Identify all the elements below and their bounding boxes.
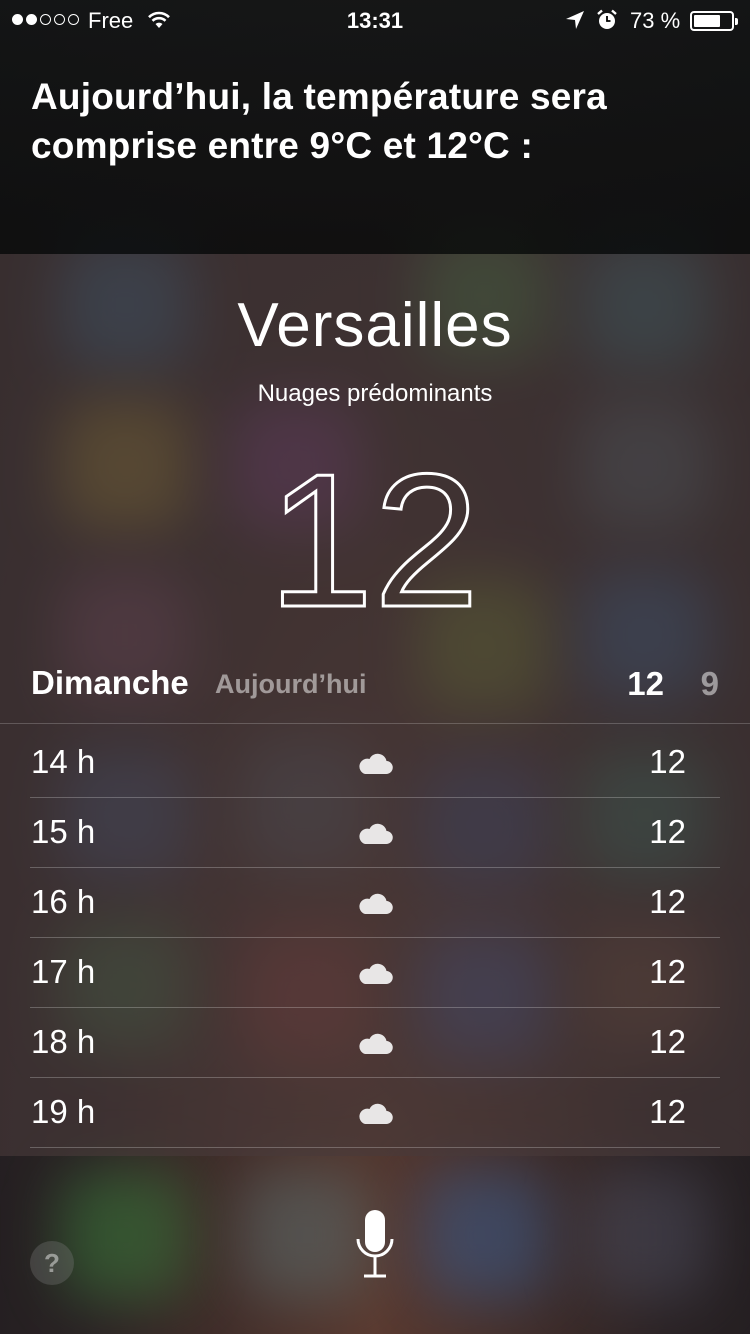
- hourly-row: 17 h 12: [30, 938, 720, 1008]
- hourly-row: 15 h 12: [30, 798, 720, 868]
- battery-icon: [690, 11, 738, 31]
- hour-label: 15 h: [31, 813, 96, 850]
- weather-condition: Nuages prédominants: [257, 380, 493, 407]
- current-temperature: 12°: [267, 434, 557, 649]
- current-temperature-value: 12°: [268, 446, 478, 616]
- cloud-icon: [357, 821, 393, 850]
- hourly-row: 14 h 12: [30, 728, 720, 798]
- divider: [0, 723, 750, 724]
- cloud-icon: [357, 1101, 393, 1130]
- hour-label: 17 h: [31, 953, 96, 990]
- hour-label: 19 h: [31, 1093, 96, 1130]
- day-summary-row: Dimanche Aujourd’hui 12 9: [0, 664, 750, 722]
- alarm-icon: [596, 9, 618, 37]
- cloud-icon: [357, 891, 393, 920]
- hour-temperature: 12: [649, 743, 686, 780]
- cloud-icon: [357, 751, 393, 780]
- high-temperature: 12: [627, 665, 664, 702]
- hour-temperature: 12: [649, 1093, 686, 1130]
- day-name: Dimanche: [31, 664, 189, 701]
- cloud-icon: [357, 961, 393, 990]
- hourly-forecast-list: 14 h 12 15 h 12 16 h 12 17 h 12 18 h 12 …: [30, 728, 720, 1148]
- current-temperature-glyphs: 12°: [267, 434, 557, 649]
- low-temperature: 9: [700, 665, 719, 702]
- status-bar: Free 13:31 73 %: [0, 0, 750, 40]
- hourly-row: 19 h 12: [30, 1078, 720, 1148]
- hourly-row: 16 h 12: [30, 868, 720, 938]
- siri-response-text: Aujourd’hui, la température sera compris…: [31, 76, 607, 166]
- hour-temperature: 12: [649, 953, 686, 990]
- today-label: Aujourd’hui: [215, 669, 367, 699]
- battery-percentage: 73 %: [630, 8, 681, 33]
- help-button[interactable]: ?: [30, 1241, 74, 1285]
- cloud-icon: [357, 1031, 393, 1060]
- hour-temperature: 12: [649, 883, 686, 920]
- hourly-row: 18 h 12: [30, 1008, 720, 1078]
- location-arrow-icon: [565, 10, 585, 36]
- microphone-icon[interactable]: [355, 1207, 395, 1284]
- hour-temperature: 12: [649, 813, 686, 850]
- city-name[interactable]: Versailles: [0, 290, 750, 361]
- hour-label: 18 h: [31, 1023, 96, 1060]
- hour-label: 16 h: [31, 883, 96, 920]
- hour-label: 14 h: [31, 743, 96, 780]
- hour-temperature: 12: [649, 1023, 686, 1060]
